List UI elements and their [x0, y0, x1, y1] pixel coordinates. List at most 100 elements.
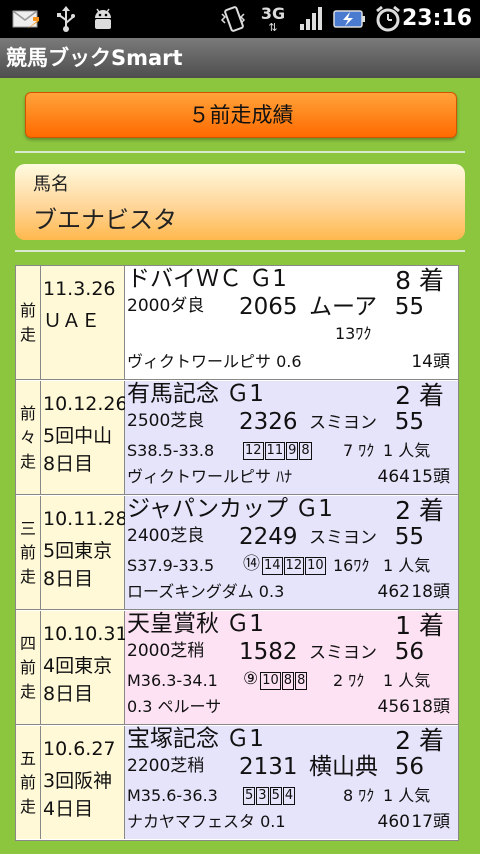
race-order-label: 前走 [16, 266, 41, 379]
pace-splits: M36.3-34.1 [127, 671, 218, 690]
distance-condition: 2000芝稍 [127, 641, 205, 661]
corner-positions: 5354 [243, 786, 296, 805]
pace-splits: S37.9-33.5 [127, 556, 215, 575]
finish-position: 2 着 [395, 381, 444, 410]
race-day: 8日目 [43, 568, 94, 590]
corner-positions: ⑨ 10 8 8 [243, 671, 308, 690]
race-date: 10.10.31 [43, 623, 128, 645]
race-date-cell: 10.6.27 3回阪神 4日目 [41, 726, 125, 839]
race-date-cell: 10.12.26 5回中山 8日目 [41, 381, 128, 494]
carried-weight: 56 [394, 754, 424, 780]
race-order-char: 五 [19, 748, 36, 768]
distance-condition: 2000ダ良 [127, 296, 205, 316]
popularity: 1 人気 [383, 786, 431, 805]
popularity: 1 人気 [383, 556, 431, 575]
race-venue: ＵＡＥ [43, 310, 101, 332]
divider [15, 151, 465, 153]
race-order-char: 前 [19, 300, 36, 320]
winner-info: 0.3 ペルーサ [127, 697, 222, 716]
race-order-char: 走 [19, 566, 36, 586]
body-weight: 460 [377, 812, 410, 832]
race-time: 2326 [239, 409, 298, 435]
race-venue: 5回東京 [43, 540, 113, 562]
race-order-char: 走 [19, 681, 36, 701]
finish-position: 2 着 [395, 726, 444, 755]
app-title-bar: 競馬ブックSmart [0, 38, 480, 78]
race-time: 2065 [239, 294, 298, 320]
finish-position: 2 着 [395, 496, 444, 525]
distance-condition: 2500芝良 [127, 411, 205, 431]
race-name: 有馬記念 Ｇ1 [127, 381, 264, 407]
winner-info: ローズキングダム 0.3 [127, 582, 285, 601]
race-name: 天皇賞秋 Ｇ1 [127, 611, 264, 637]
body-weight: 464 [377, 467, 410, 487]
corner-position: 10 [305, 557, 326, 575]
race-order-char: 走 [19, 796, 36, 816]
alarm-icon [372, 4, 404, 34]
race-row[interactable]: 前走 11.3.26 ＵＡＥ ドバイＷＣ Ｇ1 8 着 2000ダ良 2065 ムーア 55 13… [16, 266, 458, 380]
frame-number: 8 ﾜｸ [343, 786, 375, 805]
race-venue: 4回東京 [43, 655, 113, 677]
corner-first: ⑭ [243, 554, 260, 574]
carried-weight: 55 [394, 524, 424, 550]
race-date-cell: 10.10.31 4回東京 8日目 [41, 611, 128, 724]
vibrate-icon [216, 4, 250, 34]
race-order-label: 五前走 [16, 726, 41, 839]
corner-position: 4 [282, 787, 296, 805]
popularity: 1 人気 [383, 441, 431, 460]
jockey-name: ムーア [309, 294, 378, 320]
race-name: 宝塚記念 Ｇ1 [127, 726, 264, 752]
race-time: 2131 [239, 754, 298, 780]
corner-positions: ⑭ 14 12 10 [243, 556, 327, 575]
race-row[interactable]: 四前走 10.10.31 4回東京 8日目 天皇賞秋 Ｇ1 1 着 2000芝稍 1582 スミ… [16, 611, 458, 725]
winner-info: ヴィクトワールピサ ﾊﾅ [127, 467, 293, 486]
pace-splits: S38.5-33.8 [127, 441, 215, 460]
corner-position: 5 [269, 787, 282, 805]
field-size: 18頭 [411, 697, 450, 717]
finish-position: 1 着 [395, 611, 444, 640]
race-detail-cell: ドバイＷＣ Ｇ1 8 着 2000ダ良 2065 ムーア 55 13ﾜｸ ヴィクトワールピサ … [125, 266, 458, 379]
past-five-races-button[interactable]: ５前走成績 [25, 92, 457, 138]
frame-number: 13ﾜｸ [335, 324, 372, 343]
usb-icon [52, 4, 80, 34]
race-order-char: 走 [19, 324, 36, 344]
race-detail-cell: 天皇賞秋 Ｇ1 1 着 2000芝稍 1582 スミヨン 56 M36.3-34.1 ⑨ 10 8… [125, 611, 458, 724]
race-day: 4日目 [43, 798, 94, 820]
race-venue: 3回阪神 [43, 770, 113, 792]
field-size: 15頭 [411, 467, 450, 487]
race-order-char: 前 [19, 403, 36, 423]
field-size: 17頭 [411, 812, 450, 832]
race-day: 8日目 [43, 453, 94, 475]
race-order-label: 四前走 [16, 611, 41, 724]
network-label: 3G [260, 3, 286, 23]
jockey-name: 横山典 [309, 754, 378, 780]
race-date: 10.11.28 [43, 508, 128, 530]
corner-position: 14 [262, 557, 283, 575]
signal-icon [296, 4, 326, 34]
android-debug-icon [88, 4, 118, 34]
body-weight: 456 [377, 697, 410, 717]
status-time: 23:16 [401, 6, 472, 31]
race-row[interactable]: 三前走 10.11.28 5回東京 8日目 ジャパンカップ Ｇ1 2 着 2400芝良 224… [16, 496, 458, 610]
horse-name-box: 馬名 ブエナビスタ [15, 164, 465, 240]
jockey-name: スミヨン [309, 528, 377, 548]
race-order-char: 四 [19, 633, 36, 653]
corner-position: 12 [243, 442, 264, 460]
app-title: 競馬ブックSmart [6, 46, 183, 70]
race-row[interactable]: 五前走 10.6.27 3回阪神 4日目 宝塚記念 Ｇ1 2 着 2200芝稍 2131 横山典… [16, 726, 458, 839]
popularity: 1 人気 [383, 671, 431, 690]
race-name: ジャパンカップ Ｇ1 [127, 496, 333, 522]
horse-name: ブエナビスタ [33, 206, 177, 234]
race-results-table: 前走 11.3.26 ＵＡＥ ドバイＷＣ Ｇ1 8 着 2000ダ良 2065 ムーア 55 13… [15, 265, 459, 841]
corner-position: 12 [283, 557, 305, 575]
battery-charging-icon [332, 4, 368, 34]
divider [15, 250, 465, 252]
frame-number: 7 ﾜｸ [343, 441, 375, 460]
jockey-name: スミヨン [309, 643, 377, 663]
race-detail-cell: 有馬記念 Ｇ1 2 着 2500芝良 2326 スミヨン 55 S38.5-33.8 12 11… [125, 381, 458, 494]
race-time: 2249 [239, 524, 298, 550]
race-row[interactable]: 前々走 10.12.26 5回中山 8日目 有馬記念 Ｇ1 2 着 2500芝良 2326 スミ… [16, 381, 458, 495]
corner-position: 5 [243, 787, 256, 805]
race-date-cell: 11.3.26 ＵＡＥ [41, 266, 125, 379]
frame-number: 16ﾜｸ [333, 556, 370, 575]
